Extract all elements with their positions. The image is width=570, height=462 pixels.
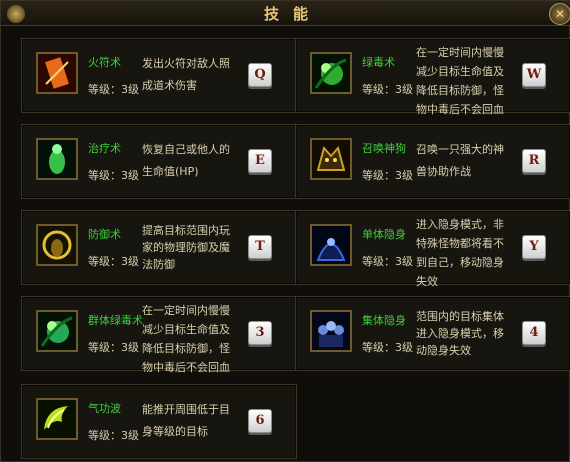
skill-description-line: 进入隐身模式，非: [416, 218, 504, 231]
skill-icon-frame[interactable]: [310, 138, 352, 180]
hotkey-button[interactable]: T: [248, 235, 272, 259]
heal-icon: [38, 140, 76, 178]
hotkey-button[interactable]: E: [248, 149, 272, 173]
skill-description-line: 减少目标生命值及: [416, 65, 504, 78]
skill-icon-frame[interactable]: [36, 224, 78, 266]
skill-card[interactable]: 治疗术等级：3级 恢复自己或他人的 生命值(HP) E: [21, 124, 297, 199]
skill-level: 等级：3级: [88, 169, 139, 182]
skill-description-line: 生命值(HP): [142, 165, 199, 178]
qigong-wave-icon: [38, 400, 76, 438]
skill-description-line: 恢复自己或他人的: [142, 143, 230, 156]
skill-card[interactable]: 火符术等级：3级 发出火符对敌人照 成道术伤害 Q: [21, 38, 297, 113]
skill-description-line: 在一定时间内慢慢: [142, 304, 230, 317]
skill-card[interactable]: 单体隐身等级：3级 进入隐身模式，非 特殊怪物都将看不 到自己，移动隐身 失效 Y: [295, 210, 570, 288]
skill-level: 等级：3级: [362, 255, 413, 268]
skill-description-line: 成道术伤害: [142, 79, 197, 92]
green-poison-icon: [312, 54, 350, 92]
skill-level: 等级：3级: [88, 83, 139, 96]
skill-card[interactable]: 集体隐身 等级：3级 范围内的目标集体 进入隐身模式，移 动隐身失效 4: [295, 296, 570, 371]
skill-description-line: 在一定时间内慢慢: [416, 46, 504, 59]
hotkey-button[interactable]: Y: [522, 235, 546, 259]
skill-icon-frame[interactable]: [36, 138, 78, 180]
hotkey-button[interactable]: 3: [248, 321, 272, 345]
window-title: 技能: [263, 5, 322, 23]
hotkey-button[interactable]: R: [522, 149, 546, 173]
skill-card[interactable]: 绿毒术等级：3级 在一定时间内慢慢 减少目标生命值及 降低目标防御，怪 物中毒后不会回血…: [295, 38, 570, 116]
hotkey-button[interactable]: 6: [248, 409, 272, 433]
close-icon[interactable]: ✕: [549, 3, 570, 25]
skill-description-line: 法防御: [142, 258, 175, 271]
hotkey-button[interactable]: W: [522, 63, 546, 87]
summon-beast-icon: [312, 140, 350, 178]
skill-name: 单体隐身: [362, 228, 406, 241]
skill-description-line: 到自己，移动隐身: [416, 256, 504, 269]
mass-stealth-icon: [312, 312, 350, 350]
title-bar: 技能 ✕: [1, 1, 570, 26]
skill-level: 等级：3级: [88, 341, 139, 354]
skill-description-line: 特殊怪物都将看不: [416, 237, 504, 250]
skill-name: 治疗术: [88, 142, 121, 155]
skill-description-line: 召唤一只强大的神: [416, 143, 504, 156]
skill-description-line: 物中毒后不会回血: [142, 361, 230, 374]
skill-name: 气功波: [88, 402, 121, 415]
skill-level: 等级：3级: [88, 429, 139, 442]
skill-level: 等级：3级: [362, 341, 413, 354]
skills-window: 技能 ✕ 火符术 等级：3级 发出火符对敌人照 成道术伤害 Q 绿毒术 等级：3级 在一定时间…: [0, 0, 570, 462]
fire-talisman-icon: [38, 54, 76, 92]
skill-level: 等级：3级: [88, 255, 139, 268]
skill-card[interactable]: 召唤神狗等级：3级 召唤一只强大的神 兽协助作战 R: [295, 124, 570, 199]
skill-name: 召唤神狗: [362, 142, 406, 155]
skill-name: 群体绿毒术: [88, 314, 143, 327]
skill-description-line: 身等级的目标: [142, 425, 208, 438]
skill-description-line: 动隐身失效: [416, 344, 471, 357]
skill-card[interactable]: 防御术 等级：3级 提高目标范围内玩 家的物理防御及魔 法防御 T: [21, 210, 297, 285]
skill-name: 绿毒术: [362, 56, 395, 69]
skill-description-line: 失效: [416, 275, 438, 288]
skill-name: 火符术: [88, 56, 121, 69]
skill-level: 等级：3级: [362, 83, 413, 96]
skill-name: 防御术: [88, 228, 121, 241]
defense-icon: [38, 226, 76, 264]
hotkey-button[interactable]: Q: [248, 63, 272, 87]
skill-description-line: 发出火符对敌人照: [142, 57, 230, 70]
skill-card[interactable]: 群体绿毒术等级：3级 在一定时间内慢慢 减少目标生命值及 降低目标防御，怪 物中毒后不会…: [21, 296, 297, 374]
skill-card[interactable]: 气功波等级：3级 能推开周围低于目 身等级的目标 6: [21, 384, 297, 459]
skill-icon-frame[interactable]: [310, 310, 352, 352]
skill-icon-frame[interactable]: [310, 52, 352, 94]
skill-description-line: 减少目标生命值及: [142, 323, 230, 336]
skill-description-line: 降低目标防御，怪: [142, 342, 230, 355]
mass-poison-icon: [38, 312, 76, 350]
skill-icon-frame[interactable]: [36, 398, 78, 440]
skill-level: 等级：3级: [362, 169, 413, 182]
hotkey-button[interactable]: 4: [522, 321, 546, 345]
skill-description-line: 物中毒后不会回血: [416, 103, 504, 116]
skill-name: 集体隐身: [362, 314, 406, 327]
skill-icon-frame[interactable]: [36, 52, 78, 94]
skill-icon-frame[interactable]: [36, 310, 78, 352]
skill-description-line: 能推开周围低于目: [142, 403, 230, 416]
stealth-icon: [312, 226, 350, 264]
skill-description-line: 降低目标防御，怪: [416, 84, 504, 97]
skill-description-line: 兽协助作战: [416, 165, 471, 178]
skill-icon-frame[interactable]: [310, 224, 352, 266]
